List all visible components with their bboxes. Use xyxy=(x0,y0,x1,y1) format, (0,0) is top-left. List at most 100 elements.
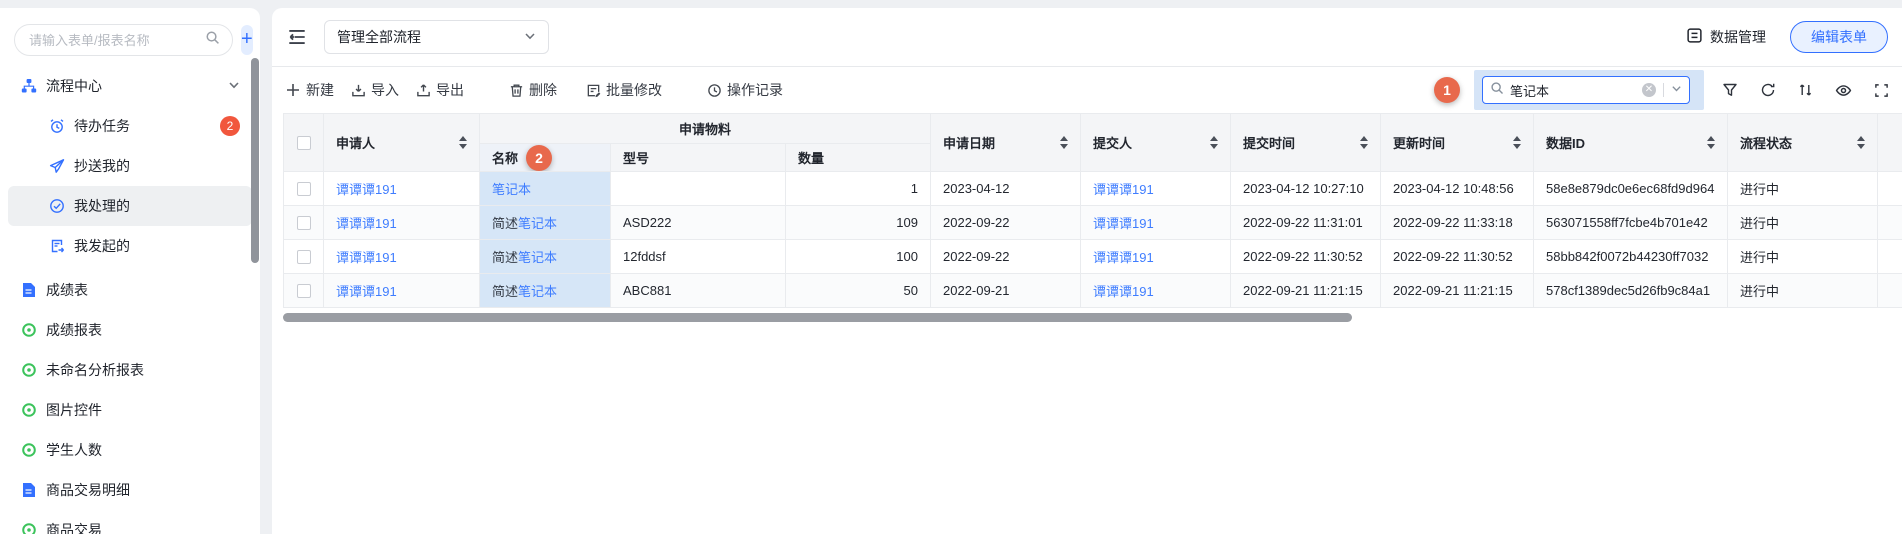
quantity-cell: 100 xyxy=(786,240,931,274)
operation-log-button[interactable]: 操作记录 xyxy=(706,80,783,100)
table-search-input[interactable] xyxy=(1510,83,1642,98)
sort-icon[interactable] xyxy=(1797,82,1814,99)
table-row[interactable]: 谭谭谭191 简述笔记本 ASD222 109 2022-09-22 谭谭谭19… xyxy=(284,206,1902,240)
horizontal-scrollbar-thumb[interactable] xyxy=(283,313,1352,322)
sidebar-item-cc-to-me[interactable]: 抄送我的 xyxy=(8,146,252,186)
table-row[interactable]: 谭谭谭191 简述笔记本 12fddsf 100 2022-09-22 谭谭谭1… xyxy=(284,240,1902,274)
import-label: 导入 xyxy=(371,80,399,100)
batch-edit-button[interactable]: 批量修改 xyxy=(585,80,662,100)
toolbar: 新建 导入 导出 删除 xyxy=(272,67,1902,113)
export-button[interactable]: 导出 xyxy=(415,80,464,100)
sidebar-search-field[interactable] xyxy=(14,24,233,56)
sidebar-item-label: 待办任务 xyxy=(74,116,130,136)
name-link[interactable]: 笔记本 xyxy=(518,250,557,265)
submitter-link[interactable]: 谭谭谭191 xyxy=(1093,284,1154,299)
history-clock-icon xyxy=(706,82,722,98)
col-header-model[interactable]: 型号 xyxy=(611,144,786,172)
collapse-sidebar-icon[interactable] xyxy=(286,26,308,48)
col-header-quantity[interactable]: 数量 xyxy=(786,144,931,172)
sort-toggle[interactable] xyxy=(1204,136,1218,149)
table-row[interactable]: 谭谭谭191 笔记本 1 2023-04-12 谭谭谭191 2023-04-1… xyxy=(284,172,1902,206)
report-icon xyxy=(20,402,37,419)
sort-toggle[interactable] xyxy=(1701,136,1715,149)
eye-icon[interactable] xyxy=(1835,82,1852,99)
sort-toggle[interactable] xyxy=(1354,136,1368,149)
sidebar-item-trade-detail-form[interactable]: 商品交易明细 xyxy=(8,470,252,510)
sidebar-item-unnamed-analysis-report[interactable]: 未命名分析报表 xyxy=(8,350,252,390)
col-header-name[interactable]: 名称 2 xyxy=(480,144,611,172)
name-cell[interactable]: 简述笔记本 xyxy=(480,240,611,274)
name-cell[interactable]: 简述笔记本 xyxy=(480,274,611,308)
table-search-box[interactable]: ✕ xyxy=(1482,76,1690,104)
flow-status-cell: 进行中 xyxy=(1728,274,1878,308)
search-options-chevron-icon[interactable] xyxy=(1671,81,1682,99)
sidebar-item-label: 商品交易 xyxy=(46,520,102,534)
sidebar-item-student-count[interactable]: 学生人数 xyxy=(8,430,252,470)
submitter-link[interactable]: 谭谭谭191 xyxy=(1093,250,1154,265)
sidebar-item-label: 流程中心 xyxy=(46,76,102,96)
add-form-button[interactable]: + xyxy=(241,25,253,55)
sidebar-item-image-widget[interactable]: 图片控件 xyxy=(8,390,252,430)
sidebar-item-score-report[interactable]: 成绩报表 xyxy=(8,310,252,350)
applicant-link[interactable]: 谭谭谭191 xyxy=(336,182,397,197)
sidebar-item-processed-by-me[interactable]: 我处理的 xyxy=(8,186,252,226)
delete-button[interactable]: 删除 xyxy=(508,80,557,100)
search-icon xyxy=(1490,81,1504,100)
sidebar-item-label: 图片控件 xyxy=(46,400,102,420)
row-checkbox[interactable] xyxy=(297,182,311,196)
name-cell[interactable]: 简述笔记本 xyxy=(480,206,611,240)
applicant-link[interactable]: 谭谭谭191 xyxy=(336,284,397,299)
row-checkbox[interactable] xyxy=(297,216,311,230)
app-page: + 流程中心 待办任务 2 xyxy=(0,0,1902,534)
sidebar-item-label: 成绩报表 xyxy=(46,320,102,340)
name-cell[interactable]: 笔记本 xyxy=(480,172,611,206)
clear-search-icon[interactable]: ✕ xyxy=(1642,83,1656,97)
applicant-link[interactable]: 谭谭谭191 xyxy=(336,216,397,231)
col-header-flow-status[interactable]: 流程状态 xyxy=(1728,114,1878,172)
submitter-link[interactable]: 谭谭谭191 xyxy=(1093,182,1154,197)
name-link[interactable]: 笔记本 xyxy=(518,284,557,299)
name-link[interactable]: 笔记本 xyxy=(492,182,531,197)
table-row[interactable]: 谭谭谭191 简述笔记本 ABC881 50 2022-09-21 谭谭谭191… xyxy=(284,274,1902,308)
submitter-link[interactable]: 谭谭谭191 xyxy=(1093,216,1154,231)
search-icon xyxy=(205,30,220,50)
submit-time-cell: 2022-09-22 11:31:01 xyxy=(1231,206,1381,240)
sidebar-scrollbar-thumb[interactable] xyxy=(251,58,259,263)
annotation-marker-1: 1 xyxy=(1434,77,1460,103)
sidebar-item-workflow-center[interactable]: 流程中心 xyxy=(8,66,252,106)
report-icon xyxy=(20,522,37,534)
sort-toggle[interactable] xyxy=(1507,136,1521,149)
row-checkbox[interactable] xyxy=(297,250,311,264)
main-panel: 管理全部流程 数据管理 编辑表单 新建 xyxy=(272,8,1902,534)
row-checkbox[interactable] xyxy=(297,284,311,298)
sort-toggle[interactable] xyxy=(1851,136,1865,149)
edit-form-button[interactable]: 编辑表单 xyxy=(1790,21,1888,53)
empty-cell xyxy=(1878,206,1902,240)
col-header-applicant[interactable]: 申请人 xyxy=(324,114,480,172)
name-link[interactable]: 笔记本 xyxy=(518,216,557,231)
table-area: 申请人 申请物料 申请日期 提交人 xyxy=(272,113,1902,534)
col-header-data-id[interactable]: 数据ID xyxy=(1534,114,1728,172)
new-record-button[interactable]: 新建 xyxy=(285,80,334,100)
select-all-checkbox[interactable] xyxy=(297,136,311,150)
filter-icon[interactable] xyxy=(1721,82,1738,99)
sidebar-item-score-form[interactable]: 成绩表 xyxy=(8,270,252,310)
refresh-icon[interactable] xyxy=(1759,82,1776,99)
sidebar-search-input[interactable] xyxy=(29,33,205,48)
sidebar-item-todo-tasks[interactable]: 待办任务 2 xyxy=(8,106,252,146)
sidebar-item-initiated-by-me[interactable]: 我发起的 xyxy=(8,226,252,266)
col-header-apply-date[interactable]: 申请日期 xyxy=(931,114,1081,172)
sort-toggle[interactable] xyxy=(453,136,467,149)
empty-cell xyxy=(1878,274,1902,308)
flow-selector-dropdown[interactable]: 管理全部流程 xyxy=(324,20,549,54)
chevron-down-icon[interactable] xyxy=(228,78,240,94)
col-header-update-time[interactable]: 更新时间 xyxy=(1381,114,1534,172)
fullscreen-icon[interactable] xyxy=(1873,82,1890,99)
data-manage-button[interactable]: 数据管理 xyxy=(1686,27,1766,47)
sort-toggle[interactable] xyxy=(1054,136,1068,149)
applicant-link[interactable]: 谭谭谭191 xyxy=(336,250,397,265)
sidebar-item-trade-report[interactable]: 商品交易 xyxy=(8,510,252,534)
col-header-submit-time[interactable]: 提交时间 xyxy=(1231,114,1381,172)
col-header-submitter[interactable]: 提交人 xyxy=(1081,114,1231,172)
import-button[interactable]: 导入 xyxy=(350,80,399,100)
